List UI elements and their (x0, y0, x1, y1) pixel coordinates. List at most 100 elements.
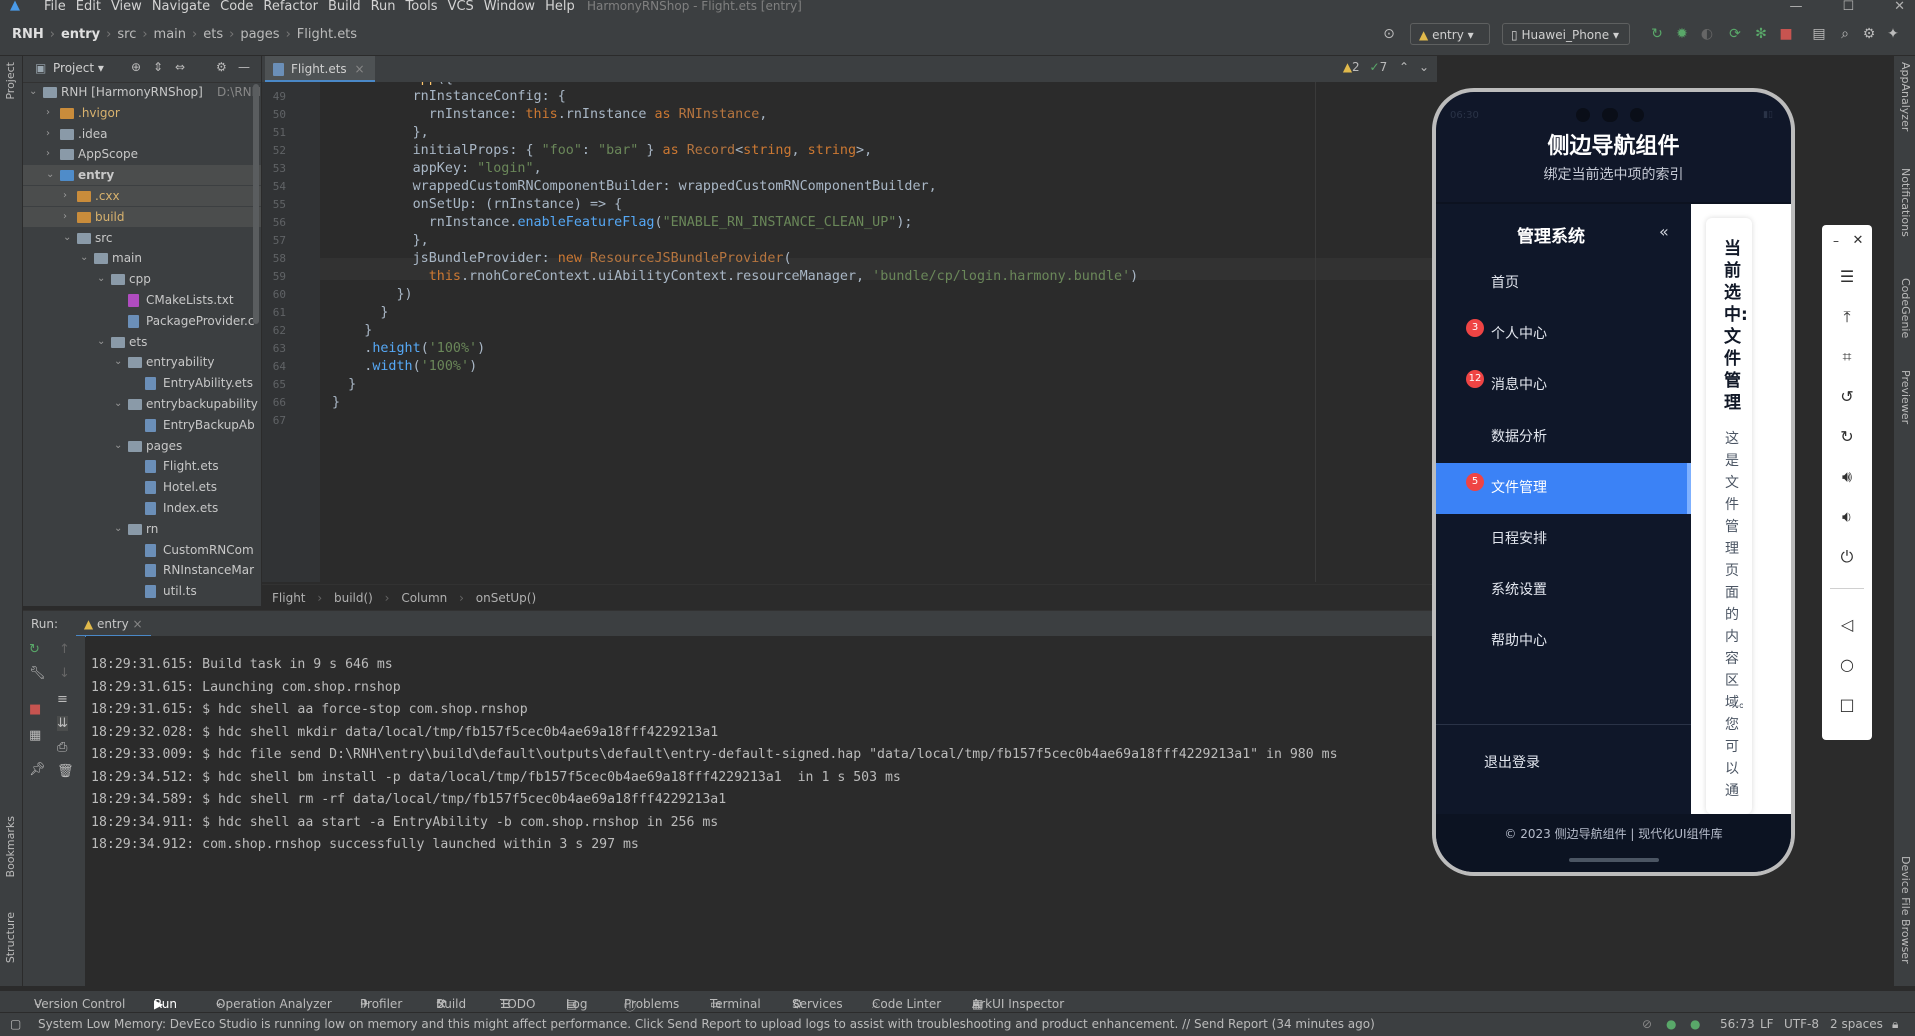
minimize-icon[interactable]: — (1789, 0, 1802, 13)
previewer-tab[interactable]: Previewer (1899, 370, 1912, 424)
menu-code[interactable]: Code (220, 0, 253, 15)
tree-item[interactable]: Hotel.ets (23, 477, 261, 497)
close-run-tab-icon[interactable]: × (133, 617, 143, 631)
rerun-run-icon[interactable]: ↻ (29, 642, 40, 657)
attach-debugger-icon[interactable]: ✻ (1752, 25, 1770, 43)
tree-item[interactable]: › .cxx (23, 186, 261, 206)
nav-item[interactable]: 12 消息中心 (1436, 360, 1691, 411)
crumb-src[interactable]: src (117, 27, 136, 42)
memory-icon[interactable]: ⊘ (1642, 1013, 1652, 1036)
tree-item[interactable]: ⌄ RNH [HarmonyRNShop] D:\RNH (23, 82, 261, 102)
menu-run[interactable]: Run (371, 0, 396, 15)
wrench-icon[interactable]: 🔧︎ (29, 666, 46, 681)
tree-item[interactable]: Index.ets (23, 498, 261, 518)
scroll-down-icon[interactable]: ↓ (59, 666, 70, 681)
emu-pin-top-icon[interactable]: ⤒ (1835, 305, 1859, 329)
locate-icon[interactable]: ⊕ (131, 60, 141, 74)
emu-home-icon[interactable]: ○ (1835, 653, 1859, 677)
tab-flight-ets[interactable]: Flight.ets × (265, 56, 375, 82)
line-separator[interactable]: LF (1760, 1013, 1774, 1036)
codegenie-tab[interactable]: CodeGenie (1899, 278, 1912, 338)
rerun-icon[interactable]: ↻ (1648, 25, 1666, 43)
collapsed-chevron-icon[interactable]: › (63, 186, 73, 206)
target-icon[interactable]: ⊙ (1380, 25, 1398, 43)
nav-item[interactable]: 帮助中心 (1436, 616, 1691, 667)
tree-item[interactable]: EntryAbility.ets (23, 373, 261, 393)
settings-gear-icon[interactable]: ⚙ (1860, 25, 1878, 43)
crumb-entry[interactable]: entry (61, 27, 100, 42)
maximize-icon[interactable]: ☐ (1842, 0, 1854, 13)
emu-menu-icon[interactable]: ☰ (1835, 265, 1859, 289)
pin-icon[interactable]: 📌︎ (29, 762, 46, 777)
code-line[interactable]: } (332, 392, 340, 414)
tree-item[interactable]: RNPackagesFactor (23, 602, 261, 606)
emu-minimize-icon[interactable]: – (1824, 229, 1848, 253)
status-toggle-icon[interactable]: ▢ (10, 1013, 21, 1036)
emu-rotate-left-icon[interactable]: ↺ (1835, 385, 1859, 409)
file-encoding[interactable]: UTF-8 (1784, 1013, 1819, 1036)
crumb-file[interactable]: Flight.ets (297, 27, 357, 42)
crumb-main[interactable]: main (154, 27, 186, 42)
home-indicator[interactable] (1569, 858, 1659, 862)
tree-item[interactable]: util.ts (23, 581, 261, 601)
expanded-chevron-icon[interactable]: ⌄ (97, 332, 107, 352)
emu-back-icon[interactable]: ◁ (1835, 613, 1859, 637)
close-tab-icon[interactable]: × (354, 62, 364, 76)
crumb-ets[interactable]: ets (203, 27, 223, 42)
collapsed-chevron-icon[interactable]: › (46, 103, 56, 123)
indent-setting[interactable]: 2 spaces (1830, 1013, 1883, 1036)
nav-item[interactable]: 5 文件管理 (1436, 462, 1691, 514)
device-manager-icon[interactable]: ▤ (1810, 25, 1828, 43)
inspection-widget[interactable]: ▲2 ✓7 ⌃ ⌄ (1343, 60, 1429, 74)
phone-screen[interactable]: 06:30 ▮▯ 侧边导航组件 绑定当前选中项的索引 管理系统 « 首页 3 个人中… (1436, 92, 1791, 872)
menu-window[interactable]: Window (484, 0, 535, 15)
device-file-browser-tab[interactable]: Device File Browser (1899, 856, 1912, 964)
menu-file[interactable]: File (44, 0, 66, 15)
tree-scrollbar[interactable] (253, 84, 259, 324)
app-analyzer-tab[interactable]: AppAnalyzer (1899, 62, 1912, 131)
emu-close-icon[interactable]: ✕ (1846, 229, 1870, 253)
collapse-all-icon[interactable]: ⇔ (175, 60, 185, 74)
tree-item[interactable]: › AppScope (23, 144, 261, 164)
run-tab-entry[interactable]: ▲ entry × (75, 613, 151, 637)
project-view-select[interactable]: Project ▾ (53, 61, 104, 75)
expanded-chevron-icon[interactable]: ⌄ (97, 269, 107, 289)
emu-rotate-right-icon[interactable]: ↻ (1835, 425, 1859, 449)
tree-item[interactable]: ⌄ rn (23, 519, 261, 539)
expanded-chevron-icon[interactable]: ⌄ (29, 82, 39, 102)
collapse-sidebar-icon[interactable]: « (1659, 222, 1669, 241)
crumb-struct-flight[interactable]: Flight (272, 591, 306, 605)
tree-item[interactable]: › .idea (23, 124, 261, 144)
logout-button[interactable]: 退出登录 (1484, 752, 1540, 772)
expanded-chevron-icon[interactable]: ⌄ (114, 352, 124, 372)
next-highlight-icon[interactable]: ⌄ (1419, 60, 1429, 74)
print-icon[interactable]: ⎙ (57, 740, 67, 755)
crumb-pages[interactable]: pages (240, 27, 279, 42)
search-icon[interactable]: ⌕ (1836, 25, 1854, 43)
tree-item[interactable]: CustomRNCom (23, 540, 261, 560)
profile-icon[interactable]: ◐ (1698, 25, 1716, 43)
tree-item[interactable]: ⌄ pages (23, 436, 261, 456)
tree-item[interactable]: ⌄ ets (23, 332, 261, 352)
project-tool-tab[interactable]: Project (4, 62, 17, 100)
tree-item[interactable]: CMakeLists.txt (23, 290, 261, 310)
hide-panel-icon[interactable]: — (238, 60, 250, 74)
code-line[interactable]: this.rnohCoreContext.uiAbilityContext.re… (332, 266, 1138, 288)
notifications-tab[interactable]: Notifications (1899, 168, 1912, 237)
menu-refactor[interactable]: Refactor (263, 0, 318, 15)
emu-recents-icon[interactable]: □ (1835, 693, 1859, 717)
tree-item[interactable]: Flight.ets (23, 456, 261, 476)
expanded-chevron-icon[interactable]: ⌄ (114, 436, 124, 456)
crumb-build[interactable]: build() (334, 591, 373, 605)
menu-navigate[interactable]: Navigate (152, 0, 210, 15)
nav-item[interactable]: 日程安排 (1436, 514, 1691, 565)
apply-changes-icon[interactable]: ⟳ (1726, 25, 1744, 43)
expanded-chevron-icon[interactable]: ⌄ (114, 394, 124, 414)
close-window-icon[interactable]: ✕ (1894, 0, 1905, 13)
expanded-chevron-icon[interactable]: ⌄ (46, 165, 56, 185)
prev-highlight-icon[interactable]: ⌃ (1399, 60, 1409, 74)
caret-position[interactable]: 56:73 (1720, 1013, 1755, 1036)
collapsed-chevron-icon[interactable]: › (46, 124, 56, 144)
tree-item[interactable]: ⌄ src (23, 228, 261, 248)
emu-power-icon[interactable]: ⏻ (1835, 545, 1859, 569)
